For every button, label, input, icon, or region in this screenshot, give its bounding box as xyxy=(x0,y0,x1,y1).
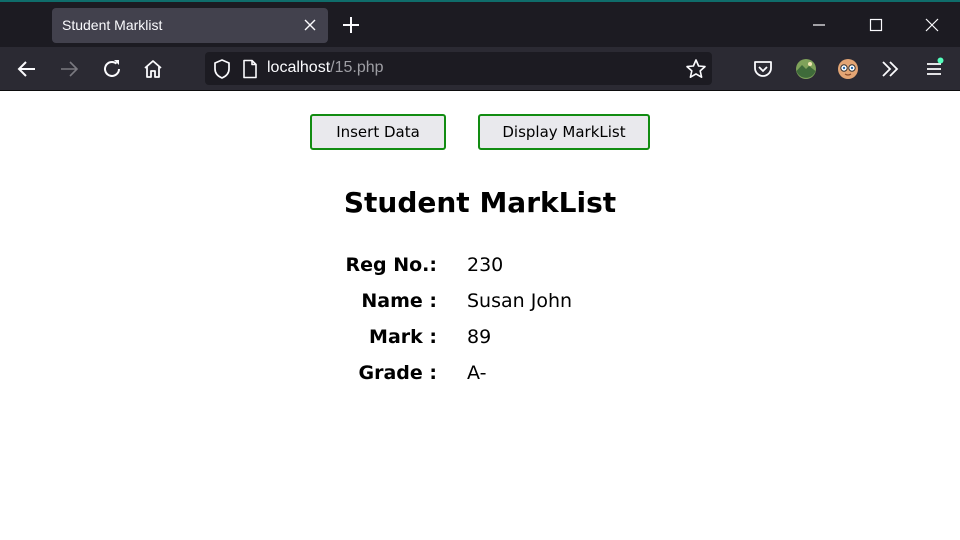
page-info-icon[interactable] xyxy=(239,58,261,80)
new-tab-icon[interactable] xyxy=(340,14,362,36)
name-label: Name : xyxy=(361,290,437,312)
grade-row: Grade : A- xyxy=(0,362,960,392)
url-text[interactable]: localhost/15.php xyxy=(267,59,384,77)
grade-value: A- xyxy=(467,362,487,384)
menu-icon[interactable] xyxy=(922,57,946,81)
insert-data-button[interactable]: Insert Data xyxy=(310,114,446,150)
maximize-icon[interactable] xyxy=(863,12,889,38)
tab-title: Student Marklist xyxy=(62,17,163,33)
mark-row: Mark : 89 xyxy=(0,326,960,356)
name-row: Name : Susan John xyxy=(0,290,960,320)
reload-icon[interactable] xyxy=(100,57,124,81)
close-window-icon[interactable] xyxy=(919,12,945,38)
name-value: Susan John xyxy=(467,290,573,312)
home-icon[interactable] xyxy=(141,57,165,81)
reg-no-row: Reg No.: 230 xyxy=(0,254,960,284)
minimize-icon[interactable] xyxy=(806,12,832,38)
browser-toolbar: localhost/15.php xyxy=(0,47,960,91)
back-icon[interactable] xyxy=(15,57,39,81)
reg-no-value: 230 xyxy=(467,254,504,276)
forward-icon[interactable] xyxy=(57,57,81,81)
url-host: localhost xyxy=(267,59,331,76)
page-title: Student MarkList xyxy=(343,186,617,219)
address-bar[interactable]: localhost/15.php xyxy=(205,52,712,85)
url-path: /15.php xyxy=(330,59,384,76)
more-tools-chevron-icon[interactable] xyxy=(878,57,902,81)
browser-titlebar: Student Marklist xyxy=(0,0,960,47)
close-tab-icon[interactable] xyxy=(300,15,320,35)
grade-label: Grade : xyxy=(358,362,438,384)
mark-value: 89 xyxy=(467,326,492,348)
browser-tab[interactable]: Student Marklist xyxy=(52,8,328,43)
extension-landscape-icon[interactable] xyxy=(794,57,818,81)
bookmark-star-icon[interactable] xyxy=(685,58,707,80)
tracking-protection-shield-icon[interactable] xyxy=(211,58,233,80)
mark-label: Mark : xyxy=(369,326,437,348)
extension-face-icon[interactable] xyxy=(836,57,860,81)
reg-no-label: Reg No.: xyxy=(345,254,437,276)
pocket-icon[interactable] xyxy=(751,57,775,81)
display-marklist-button[interactable]: Display MarkList xyxy=(478,114,650,150)
